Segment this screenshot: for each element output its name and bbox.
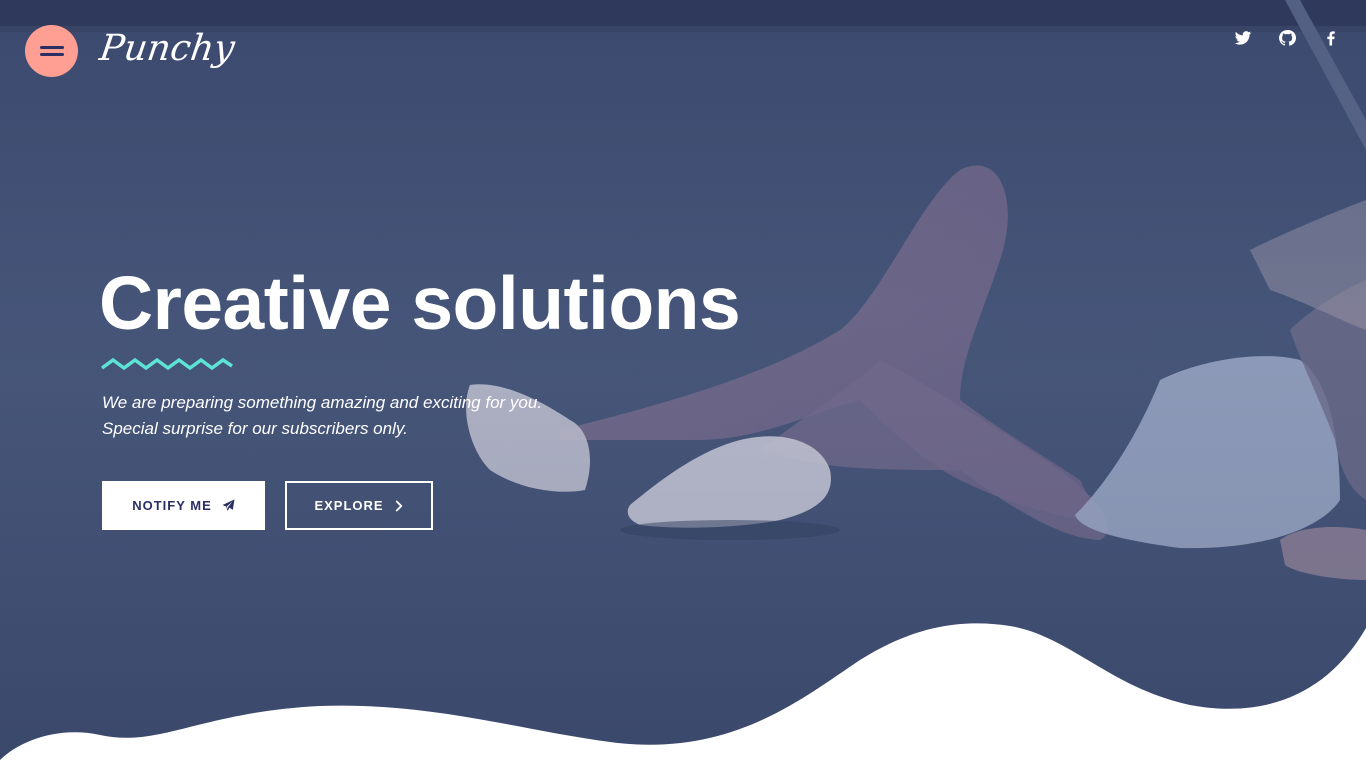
- subtitle-line-2: Special surprise for our subscribers onl…: [102, 419, 408, 438]
- background-photo: [0, 0, 1366, 768]
- hero-section: Punchy Creative solutions We are prepari…: [0, 0, 1366, 768]
- twitter-icon: [1234, 31, 1252, 45]
- github-link[interactable]: [1278, 29, 1296, 47]
- facebook-icon: [1327, 31, 1335, 46]
- facebook-link[interactable]: [1322, 29, 1340, 47]
- explore-button[interactable]: EXPLORE: [285, 481, 433, 530]
- subtitle-line-1: We are preparing something amazing and e…: [102, 393, 543, 412]
- social-links: [1234, 29, 1340, 47]
- twitter-link[interactable]: [1234, 29, 1252, 47]
- github-icon: [1279, 30, 1296, 46]
- headline: Creative solutions: [99, 261, 741, 345]
- notify-me-button[interactable]: NOTIFY ME: [102, 481, 265, 530]
- explore-label: EXPLORE: [314, 498, 384, 513]
- zigzag-divider-icon: [101, 357, 233, 371]
- paper-plane-icon: [222, 499, 235, 511]
- chevron-right-icon: [395, 500, 402, 511]
- hero-subtitle: We are preparing something amazing and e…: [102, 390, 542, 442]
- hamburger-icon: [39, 46, 64, 56]
- logo[interactable]: Punchy: [97, 28, 237, 69]
- notify-me-label: NOTIFY ME: [132, 498, 212, 513]
- menu-button[interactable]: [25, 25, 78, 77]
